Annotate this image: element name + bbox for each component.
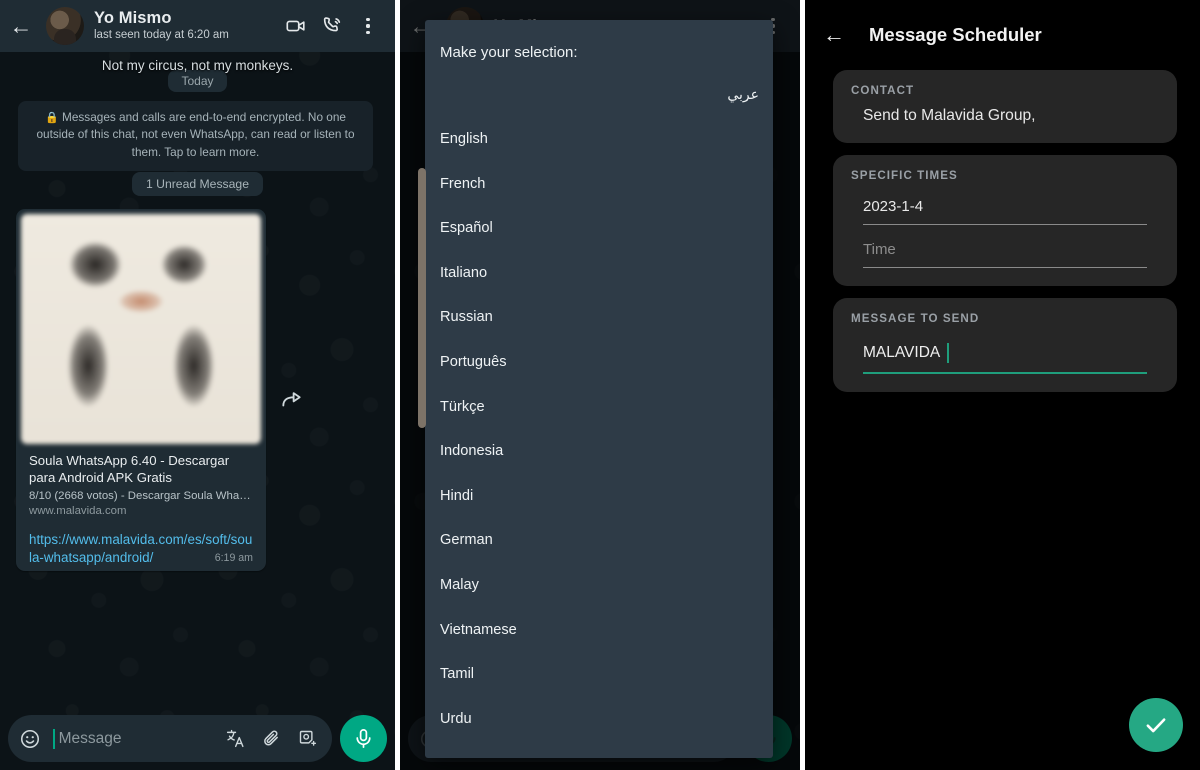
back-arrow-icon[interactable]: ← xyxy=(6,11,36,41)
chat-header: ← Yo Mismo last seen today at 6:20 am xyxy=(0,0,395,52)
contact-status: last seen today at 6:20 am xyxy=(94,29,229,42)
specific-times-label: SPECIFIC TIMES xyxy=(851,169,958,182)
dialog-title: Make your selection: xyxy=(440,44,578,61)
contact-card-label: CONTACT xyxy=(851,84,915,97)
contact-card: CONTACT Send to Malavida Group, xyxy=(833,70,1177,143)
unread-divider-label: 1 Unread Message xyxy=(132,172,263,196)
language-option[interactable]: Italiano xyxy=(425,251,773,296)
link-preview-message-bubble[interactable]: Soula WhatsApp 6.40 - Descargar para And… xyxy=(16,209,266,572)
message-scheduler-panel: ← Message Scheduler CONTACT Send to Mala… xyxy=(805,0,1200,770)
unread-divider: 1 Unread Message xyxy=(0,172,395,196)
sticker-add-icon[interactable] xyxy=(294,724,320,754)
language-option[interactable]: Español xyxy=(425,206,773,251)
message-input-placeholder[interactable]: Message xyxy=(59,730,212,748)
message-field-underline xyxy=(863,372,1147,375)
text-cursor xyxy=(947,343,950,363)
language-option[interactable]: Russian xyxy=(425,295,773,340)
language-selection-dialog: Make your selection: عربي English French… xyxy=(425,20,773,758)
video-call-icon[interactable] xyxy=(281,11,311,41)
language-option[interactable]: Indonesia xyxy=(425,429,773,474)
page-title: Message Scheduler xyxy=(869,24,1042,45)
check-icon xyxy=(1146,718,1166,733)
message-field-value: MALAVIDA xyxy=(863,344,941,361)
language-option-list: English French Español Italiano Russian … xyxy=(425,117,773,741)
message-to-send-card: MESSAGE TO SEND MALAVIDA xyxy=(833,298,1177,393)
blurred-preview-thumbnail[interactable] xyxy=(21,214,261,444)
contact-card-value[interactable]: Send to Malavida Group, xyxy=(851,97,1159,125)
language-option-arabic[interactable]: عربي xyxy=(425,61,773,103)
link-preview-title: Soula WhatsApp 6.40 - Descargar para And… xyxy=(29,453,230,486)
confirm-button[interactable] xyxy=(1129,698,1183,752)
chat-header-actions xyxy=(281,11,383,41)
language-option[interactable]: English xyxy=(425,117,773,162)
language-option[interactable]: Türkçe xyxy=(425,385,773,430)
back-arrow-icon[interactable]: ← xyxy=(819,20,849,50)
avatar[interactable] xyxy=(46,7,84,45)
message-field[interactable]: MALAVIDA xyxy=(851,325,1159,372)
encryption-notice[interactable]: 🔒 Messages and calls are end-to-end encr… xyxy=(18,101,373,172)
language-option[interactable]: Malay xyxy=(425,563,773,608)
language-option[interactable]: Português xyxy=(425,340,773,385)
whatsapp-chat-panel: ← Yo Mismo last seen today at 6:20 am To… xyxy=(0,0,395,770)
specific-times-card: SPECIFIC TIMES 2023-1-4 Time xyxy=(833,155,1177,286)
time-field[interactable]: Time xyxy=(863,241,1159,268)
language-selection-panel: ← Yo Mismo Make your selection: عربي xyxy=(400,0,800,770)
three-panel-screenshot: ← Yo Mismo last seen today at 6:20 am To… xyxy=(0,0,1200,770)
text-cursor xyxy=(53,728,55,749)
date-field-value: 2023-1-4 xyxy=(863,198,924,215)
encryption-notice-text: Messages and calls are end-to-end encryp… xyxy=(36,110,355,159)
language-option[interactable]: Hindi xyxy=(425,474,773,519)
status-line: Not my circus, not my monkeys. xyxy=(101,58,294,73)
time-field-placeholder: Time xyxy=(863,241,896,258)
time-field-underline xyxy=(863,267,1147,268)
attachment-clip-icon[interactable] xyxy=(258,724,284,754)
language-option[interactable]: Urdu xyxy=(425,697,773,742)
language-option[interactable]: German xyxy=(425,518,773,563)
dialog-scrollbar-thumb[interactable] xyxy=(418,168,426,428)
translate-icon[interactable] xyxy=(222,724,248,754)
language-option[interactable]: Vietnamese xyxy=(425,608,773,653)
date-field-underline xyxy=(863,224,1147,225)
message-to-send-label: MESSAGE TO SEND xyxy=(851,312,980,325)
microphone-icon[interactable] xyxy=(340,715,387,762)
more-vertical-icon[interactable] xyxy=(353,11,383,41)
language-option[interactable]: Tamil xyxy=(425,652,773,697)
message-input-container[interactable]: Message xyxy=(8,715,332,762)
emoji-icon[interactable] xyxy=(19,728,41,750)
day-divider-label: Today xyxy=(168,70,227,92)
chat-header-text[interactable]: Yo Mismo last seen today at 6:20 am xyxy=(94,9,271,42)
voice-call-icon[interactable] xyxy=(317,11,347,41)
date-field[interactable]: 2023-1-4 xyxy=(863,198,1159,225)
language-option[interactable]: French xyxy=(425,162,773,207)
scheduler-header: ← Message Scheduler xyxy=(805,0,1200,70)
day-divider: Today xyxy=(0,70,395,92)
forward-icon[interactable] xyxy=(279,386,305,417)
contact-name: Yo Mismo xyxy=(94,9,172,28)
message-composer: Message xyxy=(8,715,387,762)
link-preview-description: 8/10 (2668 votos) - Descargar Soula What… xyxy=(29,489,261,502)
lock-icon: 🔒 xyxy=(45,112,59,124)
link-preview-host: www.malavida.com xyxy=(29,504,127,517)
